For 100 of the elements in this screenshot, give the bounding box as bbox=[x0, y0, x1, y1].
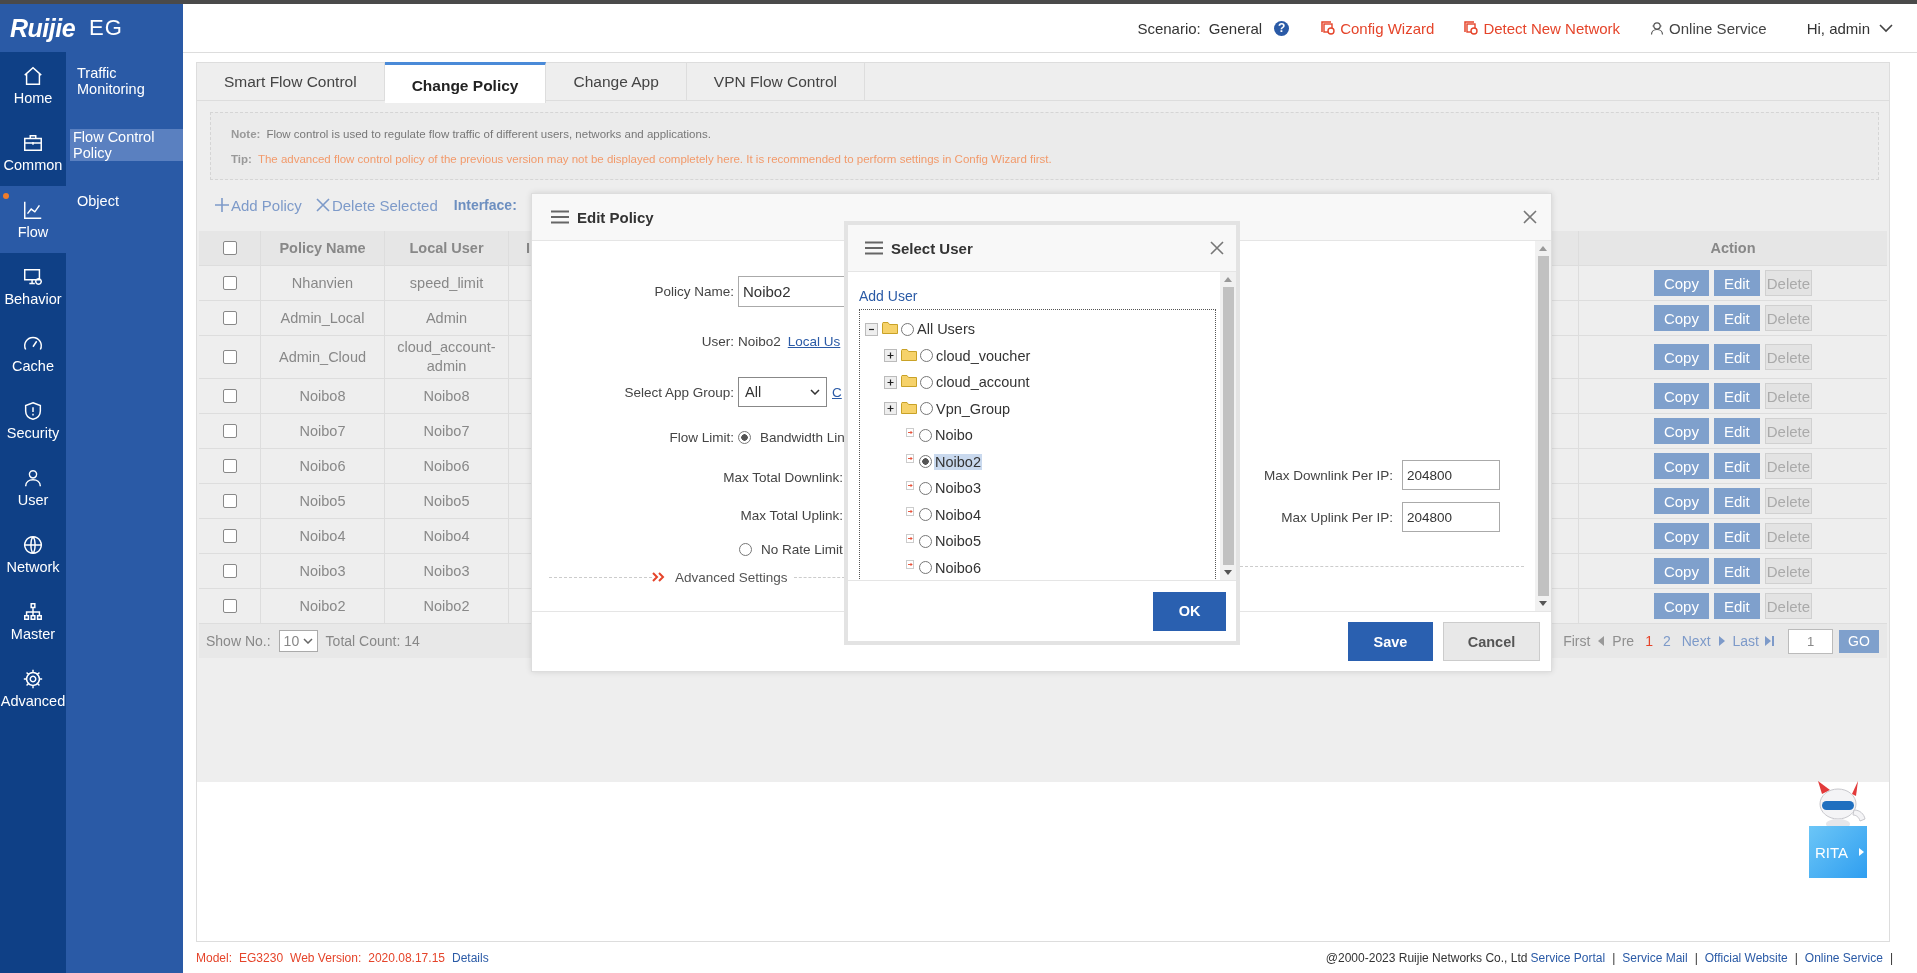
submenu-item[interactable]: Traffic Monitoring bbox=[70, 65, 183, 97]
nav-item[interactable]: Network bbox=[0, 521, 66, 588]
header-link[interactable]: Online Service bbox=[1650, 19, 1767, 37]
row-checkbox[interactable] bbox=[222, 424, 237, 438]
row-checkbox[interactable] bbox=[222, 389, 237, 403]
radio-button[interactable] bbox=[919, 508, 932, 522]
radio-button[interactable] bbox=[919, 481, 932, 495]
app-group-link[interactable]: C bbox=[832, 384, 842, 400]
radio-button[interactable] bbox=[901, 322, 914, 336]
row-checkbox[interactable] bbox=[222, 459, 237, 473]
close-icon[interactable] bbox=[1210, 241, 1224, 255]
radio-button[interactable] bbox=[738, 431, 751, 444]
table-cell: Noibo2 bbox=[261, 589, 385, 623]
table-cell: Admin_Cloud bbox=[261, 336, 385, 378]
tree-item[interactable]: All Users bbox=[916, 321, 976, 338]
footer-link[interactable]: Official Website bbox=[1704, 950, 1788, 965]
ok-button[interactable]: OK bbox=[1153, 591, 1226, 631]
close-icon[interactable] bbox=[1523, 210, 1537, 224]
radio-button[interactable] bbox=[919, 428, 932, 442]
tree-item[interactable]: Noibo6 bbox=[934, 559, 982, 576]
row-checkbox[interactable] bbox=[222, 529, 237, 543]
dialog-title: Select User bbox=[891, 239, 973, 257]
advanced-settings-link[interactable]: Advanced Settings bbox=[675, 569, 788, 585]
tab[interactable]: Change App bbox=[546, 63, 687, 100]
help-icon[interactable]: ? bbox=[1274, 20, 1290, 36]
row-checkbox[interactable] bbox=[222, 276, 237, 290]
tab[interactable]: VPN Flow Control bbox=[686, 63, 865, 100]
page-input[interactable]: 1 bbox=[1788, 628, 1833, 654]
table-cell: Noibo7 bbox=[385, 414, 509, 448]
row-checkbox[interactable] bbox=[222, 350, 237, 364]
downlink-field[interactable]: 204800 bbox=[1402, 460, 1500, 490]
nav-item[interactable]: Common bbox=[0, 119, 66, 186]
triangle-right-icon bbox=[1718, 636, 1725, 646]
submenu-item[interactable]: Object bbox=[70, 193, 183, 209]
nav-item[interactable]: User bbox=[0, 454, 66, 521]
policy-name-field[interactable]: Noibo2 bbox=[738, 275, 845, 307]
scrollbar[interactable] bbox=[1535, 241, 1551, 611]
note-label: Note: bbox=[231, 127, 261, 142]
page-size-select[interactable]: 10 bbox=[278, 630, 318, 652]
table-cell: Noibo4 bbox=[261, 519, 385, 553]
table-cell: Noibo3 bbox=[385, 554, 509, 588]
scrollbar[interactable] bbox=[1220, 272, 1236, 580]
radio-button[interactable] bbox=[919, 534, 932, 548]
copyright-text: @2000-2023 Ruijie Networks Co., Ltd bbox=[1325, 950, 1528, 965]
row-checkbox[interactable] bbox=[222, 599, 237, 613]
expand-toggle-icon[interactable] bbox=[884, 402, 897, 416]
tree-item[interactable]: Noibo2 bbox=[934, 453, 982, 470]
tree-item[interactable]: cloud_voucher bbox=[935, 347, 1032, 364]
tree-item[interactable]: Noibo5 bbox=[934, 533, 982, 550]
tree-item[interactable]: Vpn_Group bbox=[935, 400, 1012, 417]
footer-link[interactable]: Online Service bbox=[1804, 950, 1883, 965]
cancel-button[interactable]: Cancel bbox=[1443, 622, 1540, 661]
footer-link[interactable]: Service Portal bbox=[1530, 950, 1606, 965]
submenu-item[interactable]: Flow Control Policy bbox=[70, 129, 183, 161]
radio-option[interactable]: No Rate Limit bbox=[739, 541, 843, 557]
tab[interactable]: Change Policy bbox=[384, 62, 547, 103]
footer-link[interactable]: Service Mail bbox=[1622, 950, 1688, 965]
save-button[interactable]: Save bbox=[1348, 622, 1433, 661]
tree-item[interactable]: Noibo bbox=[934, 427, 974, 444]
double-chevron-icon bbox=[652, 572, 666, 582]
row-checkbox[interactable] bbox=[222, 494, 237, 508]
interface-label: Interface: bbox=[453, 197, 517, 213]
app-group-select[interactable]: All bbox=[738, 377, 827, 407]
row-checkbox[interactable] bbox=[222, 564, 237, 578]
expand-toggle-icon[interactable] bbox=[884, 349, 897, 363]
radio-button[interactable] bbox=[739, 542, 752, 556]
nav-item[interactable]: Home bbox=[0, 52, 66, 119]
radio-option[interactable]: Bandwidth Lin bbox=[738, 430, 845, 445]
nav-item[interactable]: Flow bbox=[0, 186, 66, 253]
add-user-link[interactable]: Add User bbox=[859, 287, 918, 305]
uplink-field[interactable]: 204800 bbox=[1402, 502, 1500, 532]
radio-button[interactable] bbox=[919, 561, 932, 575]
radio-button[interactable] bbox=[920, 349, 933, 363]
tip-text: The advanced flow control policy of the previous version may not be displayed completely here. It is recommended to perform settings in Config Wizard first. bbox=[257, 152, 1052, 167]
menu-icon bbox=[865, 241, 883, 255]
nav-item[interactable]: Master bbox=[0, 588, 66, 655]
nav-item[interactable]: Advanced bbox=[0, 655, 66, 722]
header-link[interactable]: Config Wizard bbox=[1321, 19, 1435, 37]
page-number[interactable]: 1 bbox=[1645, 633, 1653, 649]
scroll-down-icon bbox=[1539, 601, 1547, 606]
radio-button[interactable] bbox=[920, 402, 933, 416]
local-user-link[interactable]: Local Us bbox=[787, 334, 841, 349]
user-menu[interactable]: Hi, admin bbox=[1806, 19, 1893, 37]
nav-item[interactable]: Cache bbox=[0, 320, 66, 387]
details-link[interactable]: Details bbox=[452, 950, 489, 965]
tree-item[interactable]: Noibo4 bbox=[934, 506, 982, 523]
nav-item[interactable]: Security bbox=[0, 387, 66, 454]
radio-button[interactable] bbox=[920, 375, 933, 389]
header-link[interactable]: Detect New Network bbox=[1464, 19, 1621, 37]
tab[interactable]: Smart Flow Control bbox=[197, 63, 385, 100]
expand-toggle-icon[interactable] bbox=[865, 322, 878, 336]
tree-item[interactable]: cloud_account bbox=[935, 374, 1031, 391]
field-label: Select App Group: bbox=[623, 384, 734, 400]
nav-item[interactable]: Behavior bbox=[0, 253, 66, 320]
expand-toggle-icon[interactable] bbox=[884, 375, 897, 389]
row-checkbox[interactable] bbox=[222, 311, 237, 325]
select-all-checkbox[interactable] bbox=[222, 241, 237, 255]
briefcase-icon bbox=[22, 132, 44, 154]
tree-item[interactable]: Noibo3 bbox=[934, 480, 982, 497]
radio-button[interactable] bbox=[919, 455, 932, 469]
